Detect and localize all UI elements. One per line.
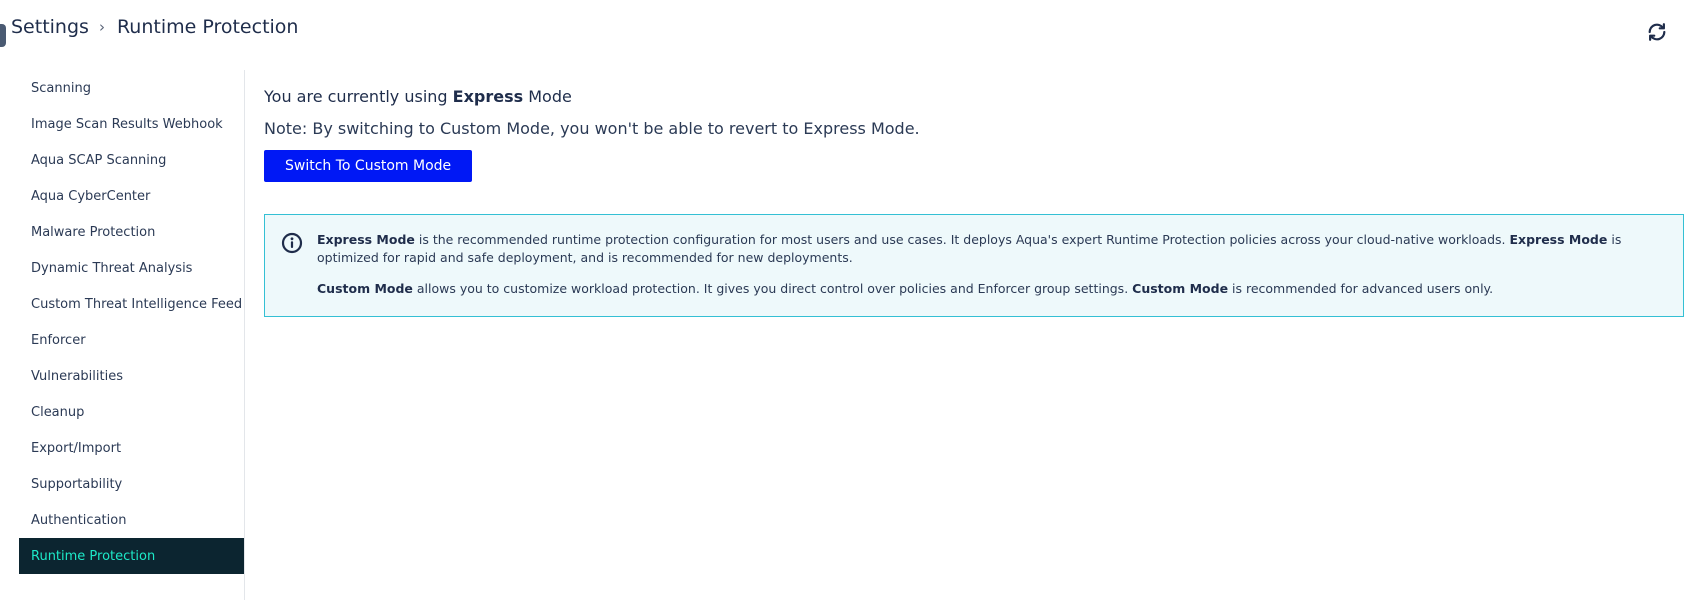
sidebar-item-label: Supportability: [31, 476, 123, 492]
sidebar-item-authentication[interactable]: Authentication: [19, 502, 244, 538]
sidebar-item-dynamic-threat-analysis[interactable]: Dynamic Threat Analysis: [19, 250, 244, 286]
page: Settings › Runtime Protection Scanning I…: [0, 0, 1699, 600]
sidebar-toggle-handle[interactable]: [0, 24, 6, 47]
sidebar-item-label: Dynamic Threat Analysis: [31, 260, 193, 276]
custom-mode-term: Custom Mode: [317, 281, 413, 296]
switch-to-custom-mode-button[interactable]: Switch To Custom Mode: [264, 150, 473, 182]
mode-prefix: You are currently using: [264, 87, 453, 106]
sidebar-item-label: Custom Threat Intelligence Feed: [31, 296, 243, 312]
info-callout: Express Mode is the recommended runtime …: [264, 214, 1684, 317]
sidebar-item-label: Aqua CyberCenter: [31, 188, 151, 204]
sidebar-item-label: Scanning: [31, 80, 91, 96]
express-mode-term: Express Mode: [317, 232, 415, 247]
sidebar-item-runtime-protection[interactable]: Runtime Protection: [19, 538, 244, 574]
description-text: allows you to customize workload protect…: [412, 281, 1133, 296]
sidebar-item-label: Cleanup: [31, 404, 85, 420]
sidebar-item-label: Aqua SCAP Scanning: [31, 152, 167, 168]
breadcrumb-current: Runtime Protection: [116, 16, 299, 38]
sidebar-item-export-import[interactable]: Export/Import: [19, 430, 244, 466]
custom-mode-description: Custom Mode allows you to customize work…: [317, 280, 1663, 298]
sidebar-item-aqua-scap-scanning[interactable]: Aqua SCAP Scanning: [19, 142, 244, 178]
sidebar-item-image-scan-results-webhook[interactable]: Image Scan Results Webhook: [19, 106, 244, 142]
settings-sidebar: Scanning Image Scan Results Webhook Aqua…: [19, 70, 245, 600]
main-content: You are currently using Express Mode Not…: [264, 84, 1684, 317]
express-mode-description: Express Mode is the recommended runtime …: [317, 231, 1663, 267]
switch-note: Note: By switching to Custom Mode, you w…: [264, 119, 920, 138]
breadcrumb-separator-icon: ›: [98, 18, 105, 36]
sidebar-item-label: Export/Import: [31, 440, 122, 456]
sidebar-item-scanning[interactable]: Scanning: [19, 70, 244, 106]
sidebar-item-label: Vulnerabilities: [31, 368, 123, 384]
custom-mode-term: Custom Mode: [1132, 281, 1229, 296]
info-icon: [281, 232, 303, 254]
sidebar-item-enforcer[interactable]: Enforcer: [19, 322, 244, 358]
express-mode-term: Express Mode: [1509, 232, 1608, 247]
mode-name: Express: [452, 87, 524, 106]
sidebar-item-malware-protection[interactable]: Malware Protection: [19, 214, 244, 250]
sidebar-item-cleanup[interactable]: Cleanup: [19, 394, 244, 430]
sidebar-item-label: Malware Protection: [31, 224, 156, 240]
breadcrumb: Settings › Runtime Protection: [11, 12, 298, 42]
sidebar-item-label: Runtime Protection: [31, 548, 156, 564]
sidebar-item-label: Enforcer: [31, 332, 86, 348]
breadcrumb-root[interactable]: Settings: [11, 16, 89, 38]
current-mode-text: You are currently using Express Mode: [264, 84, 1684, 110]
refresh-button[interactable]: [1643, 18, 1671, 46]
sidebar-item-supportability[interactable]: Supportability: [19, 466, 244, 502]
sidebar-item-label: Authentication: [31, 512, 127, 528]
mode-suffix: Mode: [523, 87, 572, 106]
sidebar-item-custom-threat-intelligence-feed[interactable]: Custom Threat Intelligence Feed: [19, 286, 244, 322]
sidebar-item-label: Image Scan Results Webhook: [31, 116, 223, 132]
sidebar-item-vulnerabilities[interactable]: Vulnerabilities: [19, 358, 244, 394]
description-text: is the recommended runtime protection co…: [414, 232, 1510, 247]
description-text: is recommended for advanced users only.: [1228, 281, 1494, 296]
refresh-icon: [1648, 23, 1666, 41]
sidebar-item-aqua-cybercenter[interactable]: Aqua CyberCenter: [19, 178, 244, 214]
